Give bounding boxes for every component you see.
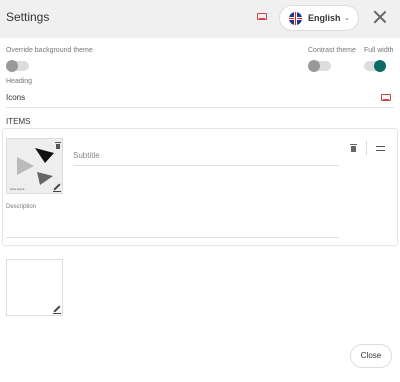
image-edit-icon[interactable]	[53, 183, 61, 192]
full-width-toggle[interactable]	[364, 60, 386, 72]
heading-input[interactable]: Icons	[6, 93, 25, 102]
full-width-label: Full width	[364, 47, 394, 54]
drag-handle-icon[interactable]	[376, 146, 385, 151]
contrast-theme-toggle[interactable]	[308, 60, 331, 72]
language-label: English	[308, 13, 341, 23]
actions-divider	[366, 141, 367, 155]
items-title: ITEMS	[6, 117, 31, 126]
subtitle-input[interactable]: Subtitle	[73, 151, 100, 160]
heading-underline	[6, 107, 394, 108]
chevron-down-icon: ⌄	[344, 15, 350, 22]
add-edit-icon[interactable]	[53, 305, 61, 314]
keyboard-icon[interactable]	[257, 13, 267, 20]
dialog-title: Settings	[6, 10, 50, 24]
heading-label: Heading	[6, 78, 33, 85]
dialog-header: Settings English ⌄	[0, 0, 400, 38]
language-selector[interactable]: English ⌄	[279, 5, 359, 31]
image-delete-icon[interactable]	[55, 142, 61, 149]
override-background-toggle[interactable]	[6, 60, 29, 72]
add-item-card[interactable]	[6, 259, 63, 316]
contrast-theme-label: Contrast theme	[308, 47, 356, 54]
override-background-label: Override background theme	[6, 47, 93, 54]
item-image[interactable]: ɪᴄᴏɴ ᴄʟᴏᴜᴅ	[6, 138, 63, 194]
thumb-caption: ɪᴄᴏɴ ᴄʟᴏᴜᴅ	[10, 187, 25, 191]
heading-keyboard-icon[interactable]	[381, 94, 391, 101]
uk-flag-icon	[289, 12, 302, 25]
description-underline[interactable]	[6, 237, 339, 238]
delete-item-icon[interactable]	[350, 144, 357, 153]
description-label: Description	[6, 204, 37, 210]
close-button[interactable]: Close	[350, 344, 392, 368]
close-icon[interactable]	[372, 9, 388, 25]
subtitle-underline	[73, 165, 339, 166]
